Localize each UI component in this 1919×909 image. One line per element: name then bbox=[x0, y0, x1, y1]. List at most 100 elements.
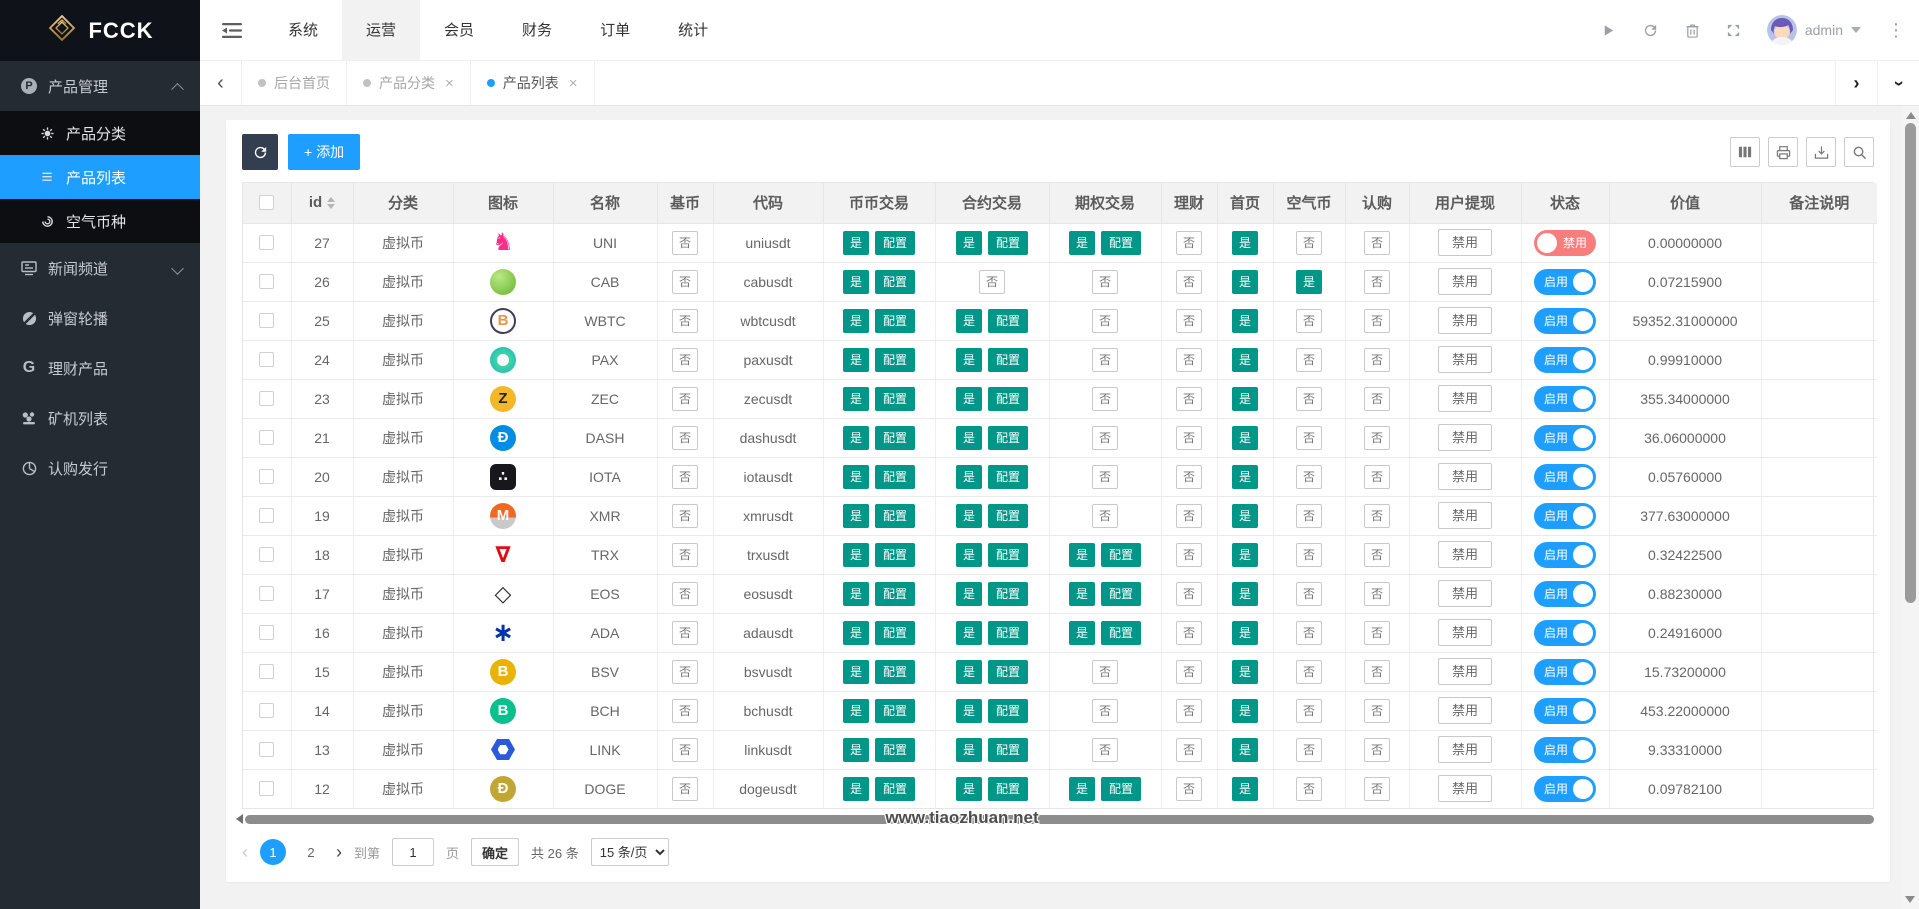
subscribe-no-badge[interactable]: 否 bbox=[1364, 582, 1390, 606]
home-yes-badge[interactable]: 是 bbox=[1232, 426, 1258, 450]
sidebar-item-product-list[interactable]: ≡产品列表 bbox=[0, 155, 200, 199]
topnav-item-订单[interactable]: 订单 bbox=[576, 0, 654, 60]
home-yes-badge[interactable]: 是 bbox=[1232, 660, 1258, 684]
air-no-badge[interactable]: 否 bbox=[1296, 543, 1322, 567]
sortable-header[interactable]: id bbox=[309, 194, 335, 211]
finance-no-badge[interactable]: 否 bbox=[1176, 504, 1202, 528]
withdraw-button[interactable]: 禁用 bbox=[1438, 736, 1492, 763]
finance-no-badge[interactable]: 否 bbox=[1176, 387, 1202, 411]
tabs-menu-icon[interactable]: › bbox=[1877, 61, 1919, 105]
withdraw-button[interactable]: 禁用 bbox=[1438, 268, 1492, 295]
contract-trade-config-button[interactable]: 配置 bbox=[988, 582, 1028, 606]
coin-trade-config-button[interactable]: 配置 bbox=[875, 738, 915, 762]
home-yes-badge[interactable]: 是 bbox=[1232, 348, 1258, 372]
base-no-badge[interactable]: 否 bbox=[672, 426, 698, 450]
row-checkbox[interactable] bbox=[259, 742, 274, 757]
home-yes-badge[interactable]: 是 bbox=[1232, 270, 1258, 294]
subscribe-no-badge[interactable]: 否 bbox=[1364, 738, 1390, 762]
subscribe-no-badge[interactable]: 否 bbox=[1364, 543, 1390, 567]
status-toggle[interactable]: 启用 bbox=[1534, 269, 1596, 295]
base-no-badge[interactable]: 否 bbox=[672, 738, 698, 762]
refresh-icon[interactable] bbox=[1642, 22, 1659, 39]
row-checkbox[interactable] bbox=[259, 274, 274, 289]
coin-trade-yes-badge[interactable]: 是 bbox=[843, 738, 869, 762]
subscribe-no-badge[interactable]: 否 bbox=[1364, 309, 1390, 333]
contract-trade-yes-badge[interactable]: 是 bbox=[956, 738, 982, 762]
row-checkbox[interactable] bbox=[259, 547, 274, 562]
finance-no-badge[interactable]: 否 bbox=[1176, 660, 1202, 684]
coin-trade-config-button[interactable]: 配置 bbox=[875, 270, 915, 294]
finance-no-badge[interactable]: 否 bbox=[1176, 738, 1202, 762]
base-no-badge[interactable]: 否 bbox=[672, 231, 698, 255]
status-toggle[interactable]: 启用 bbox=[1534, 698, 1596, 724]
contract-trade-yes-badge[interactable]: 是 bbox=[956, 465, 982, 489]
coin-trade-config-button[interactable]: 配置 bbox=[875, 582, 915, 606]
row-checkbox[interactable] bbox=[259, 352, 274, 367]
home-yes-badge[interactable]: 是 bbox=[1232, 309, 1258, 333]
topnav-item-系统[interactable]: 系统 bbox=[264, 0, 342, 60]
coin-trade-yes-badge[interactable]: 是 bbox=[843, 465, 869, 489]
finance-no-badge[interactable]: 否 bbox=[1176, 777, 1202, 801]
withdraw-button[interactable]: 禁用 bbox=[1438, 502, 1492, 529]
scroll-down-arrow-icon[interactable] bbox=[1905, 896, 1915, 903]
column-header-id[interactable]: id bbox=[291, 183, 353, 223]
status-toggle[interactable]: 启用 bbox=[1534, 776, 1596, 802]
row-checkbox[interactable] bbox=[259, 469, 274, 484]
coin-trade-yes-badge[interactable]: 是 bbox=[843, 348, 869, 372]
subscribe-no-badge[interactable]: 否 bbox=[1364, 270, 1390, 294]
air-no-badge[interactable]: 否 bbox=[1296, 309, 1322, 333]
option-trade-yes-badge[interactable]: 是 bbox=[1069, 582, 1095, 606]
contract-trade-yes-badge[interactable]: 是 bbox=[956, 387, 982, 411]
sort-desc-icon[interactable] bbox=[327, 204, 335, 209]
base-no-badge[interactable]: 否 bbox=[672, 465, 698, 489]
row-checkbox[interactable] bbox=[259, 625, 274, 640]
previous-page-button[interactable]: ‹ bbox=[242, 842, 248, 863]
option-trade-yes-badge[interactable]: 是 bbox=[1069, 231, 1095, 255]
base-no-badge[interactable]: 否 bbox=[672, 543, 698, 567]
sidebar-item-news-channel[interactable]: 新闻频道 bbox=[0, 243, 200, 293]
contract-trade-config-button[interactable]: 配置 bbox=[988, 426, 1028, 450]
finance-no-badge[interactable]: 否 bbox=[1176, 582, 1202, 606]
home-yes-badge[interactable]: 是 bbox=[1232, 582, 1258, 606]
user-menu[interactable]: admin bbox=[1767, 15, 1861, 45]
columns-icon[interactable] bbox=[1730, 137, 1760, 167]
option-trade-yes-badge[interactable]: 是 bbox=[1069, 543, 1095, 567]
contract-trade-yes-badge[interactable]: 是 bbox=[956, 543, 982, 567]
option-trade-no-badge[interactable]: 否 bbox=[1092, 465, 1118, 489]
contract-trade-config-button[interactable]: 配置 bbox=[988, 309, 1028, 333]
coin-trade-config-button[interactable]: 配置 bbox=[875, 231, 915, 255]
sidebar-item-product-category[interactable]: 产品分类 bbox=[0, 111, 200, 155]
subscribe-no-badge[interactable]: 否 bbox=[1364, 660, 1390, 684]
finance-no-badge[interactable]: 否 bbox=[1176, 543, 1202, 567]
base-no-badge[interactable]: 否 bbox=[672, 582, 698, 606]
air-no-badge[interactable]: 否 bbox=[1296, 387, 1322, 411]
subscribe-no-badge[interactable]: 否 bbox=[1364, 504, 1390, 528]
option-trade-yes-badge[interactable]: 是 bbox=[1069, 777, 1095, 801]
coin-trade-yes-badge[interactable]: 是 bbox=[843, 231, 869, 255]
sidebar-item-air-coins[interactable]: 空气币种 bbox=[0, 199, 200, 243]
air-no-badge[interactable]: 否 bbox=[1296, 426, 1322, 450]
option-trade-no-badge[interactable]: 否 bbox=[1092, 738, 1118, 762]
contract-trade-config-button[interactable]: 配置 bbox=[988, 231, 1028, 255]
home-yes-badge[interactable]: 是 bbox=[1232, 777, 1258, 801]
status-toggle[interactable]: 启用 bbox=[1534, 620, 1596, 646]
row-checkbox[interactable] bbox=[259, 235, 274, 250]
status-toggle[interactable]: 启用 bbox=[1534, 542, 1596, 568]
subscribe-no-badge[interactable]: 否 bbox=[1364, 465, 1390, 489]
vertical-scroll-thumb[interactable] bbox=[1905, 123, 1916, 603]
base-no-badge[interactable]: 否 bbox=[672, 387, 698, 411]
air-no-badge[interactable]: 否 bbox=[1296, 660, 1322, 684]
row-checkbox[interactable] bbox=[259, 664, 274, 679]
contract-trade-config-button[interactable]: 配置 bbox=[988, 348, 1028, 372]
coin-trade-yes-badge[interactable]: 是 bbox=[843, 582, 869, 606]
status-toggle[interactable]: 启用 bbox=[1534, 659, 1596, 685]
withdraw-button[interactable]: 禁用 bbox=[1438, 229, 1492, 256]
air-no-badge[interactable]: 否 bbox=[1296, 504, 1322, 528]
row-checkbox[interactable] bbox=[259, 781, 274, 796]
option-trade-config-button[interactable]: 配置 bbox=[1101, 582, 1141, 606]
select-all-checkbox[interactable] bbox=[259, 195, 274, 210]
option-trade-config-button[interactable]: 配置 bbox=[1101, 231, 1141, 255]
coin-trade-config-button[interactable]: 配置 bbox=[875, 621, 915, 645]
option-trade-config-button[interactable]: 配置 bbox=[1101, 621, 1141, 645]
contract-trade-yes-badge[interactable]: 是 bbox=[956, 231, 982, 255]
